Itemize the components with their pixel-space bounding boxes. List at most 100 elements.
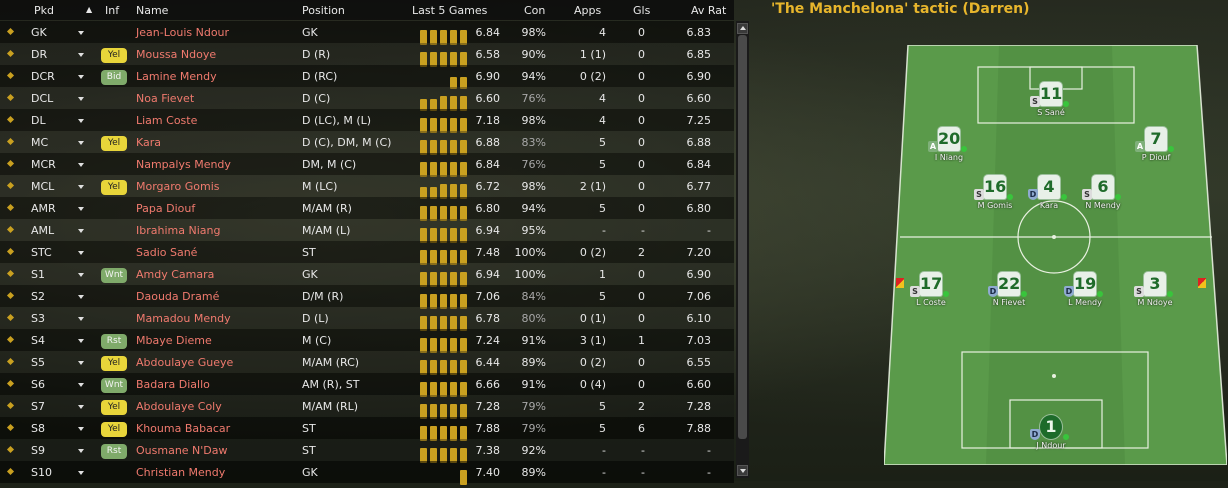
info-badge[interactable]: Rst <box>101 334 127 349</box>
col-inf[interactable]: Inf <box>105 4 119 17</box>
cell-name[interactable]: Lamine Mendy <box>136 70 217 83</box>
cell-pkd: S6 <box>31 378 45 391</box>
info-badge[interactable]: Yel <box>101 48 127 63</box>
table-row[interactable]: S8 Khouma Babacar ST 7.88 79% 5 6 7.88 Yel <box>0 417 734 441</box>
cell-pkd: S8 <box>31 422 45 435</box>
cell-name[interactable]: Badara Diallo <box>136 378 210 391</box>
chevron-down-icon[interactable] <box>78 97 84 101</box>
cell-name[interactable]: Morgaro Gomis <box>136 180 220 193</box>
cell-name[interactable]: Noa Fievet <box>136 92 194 105</box>
player-label: S Sané <box>1037 108 1065 117</box>
chevron-down-icon[interactable] <box>78 207 84 211</box>
cell-name[interactable]: Ibrahima Niang <box>136 224 220 237</box>
info-badge[interactable]: Rst <box>101 444 127 459</box>
chevron-down-icon[interactable] <box>78 229 84 233</box>
col-name[interactable]: Name <box>136 4 168 17</box>
cell-name[interactable]: Abdoulaye Coly <box>136 400 222 413</box>
chevron-down-icon[interactable] <box>78 317 84 321</box>
table-row[interactable]: GK Jean-Louis Ndour GK 6.84 98% 4 0 6.83 <box>0 21 734 45</box>
scroll-up-button[interactable] <box>737 23 748 34</box>
cell-pkd: MCL <box>31 180 55 193</box>
cell-name[interactable]: Ousmane N'Daw <box>136 444 228 457</box>
chevron-down-icon[interactable] <box>78 141 84 145</box>
cell-name[interactable]: Sadio Sané <box>136 246 197 259</box>
info-badge[interactable]: Wnt <box>101 268 127 283</box>
scrollbar[interactable] <box>736 21 749 478</box>
table-row[interactable]: DR Moussa Ndoye D (R) 6.58 90% 1 (1) 0 6.85 Yel <box>0 43 734 67</box>
table-row[interactable]: DL Liam Coste D (LC), M (L) 7.18 98% 4 0 7.25 <box>0 109 734 133</box>
info-badge[interactable]: Yel <box>101 356 127 371</box>
table-row[interactable]: MC Kara D (C), DM, M (C) 6.88 83% 5 0 6.88 Yel <box>0 131 734 155</box>
chevron-down-icon[interactable] <box>78 471 84 475</box>
cell-name[interactable]: Khouma Babacar <box>136 422 230 435</box>
table-row[interactable]: DCL Noa Fievet D (C) 6.60 76% 4 0 6.60 <box>0 87 734 111</box>
col-gls[interactable]: Gls <box>633 4 650 17</box>
sort-arrow-icon[interactable]: ▲ <box>86 5 92 14</box>
chevron-down-icon[interactable] <box>78 75 84 79</box>
table-row[interactable]: S10 Christian Mendy GK 7.40 89% - - - <box>0 461 734 485</box>
chevron-down-icon[interactable] <box>78 163 84 167</box>
chevron-down-icon[interactable] <box>78 185 84 189</box>
cell-con: 90% <box>521 48 546 61</box>
chevron-down-icon[interactable] <box>78 339 84 343</box>
chevron-down-icon[interactable] <box>78 427 84 431</box>
cell-name[interactable]: Daouda Dramé <box>136 290 219 303</box>
col-last5[interactable]: Last 5 Games <box>412 4 487 17</box>
table-row[interactable]: MCR Nampalys Mendy DM, M (C) 6.84 76% 5 0 6.84 <box>0 153 734 177</box>
col-apps[interactable]: Apps <box>574 4 601 17</box>
table-row[interactable]: STC Sadio Sané ST 7.48 100% 0 (2) 2 7.20 <box>0 241 734 265</box>
cell-name[interactable]: Moussa Ndoye <box>136 48 216 61</box>
table-row[interactable]: S3 Mamadou Mendy D (L) 6.78 80% 0 (1) 0 6.10 <box>0 307 734 331</box>
cell-apps: 0 (2) <box>579 70 606 83</box>
cell-con: 89% <box>521 356 546 369</box>
cell-name[interactable]: Christian Mendy <box>136 466 225 479</box>
table-row[interactable]: S2 Daouda Dramé D/M (R) 7.06 84% 5 0 7.06 <box>0 285 734 309</box>
cell-apps: 0 (2) <box>579 356 606 369</box>
chevron-down-icon[interactable] <box>78 295 84 299</box>
chevron-down-icon[interactable] <box>78 405 84 409</box>
player-label: N Fievet <box>992 298 1026 307</box>
chevron-down-icon[interactable] <box>78 119 84 123</box>
info-badge[interactable]: Wnt <box>101 378 127 393</box>
table-row[interactable]: S4 Mbaye Dieme M (C) 7.24 91% 3 (1) 1 7.03 Rst <box>0 329 734 353</box>
cell-name[interactable]: Abdoulaye Gueye <box>136 356 233 369</box>
chevron-down-icon[interactable] <box>78 31 84 35</box>
info-badge[interactable]: Yel <box>101 422 127 437</box>
cell-position: GK <box>302 26 318 39</box>
table-row[interactable]: S7 Abdoulaye Coly M/AM (RL) 7.28 79% 5 2 7.28 Ye… <box>0 395 734 419</box>
chevron-down-icon[interactable] <box>78 383 84 387</box>
scrollbar-thumb[interactable] <box>738 35 747 439</box>
cell-name[interactable]: Liam Coste <box>136 114 197 127</box>
table-row[interactable]: S5 Abdoulaye Gueye M/AM (RC) 6.44 89% 0 (2) 0 6… <box>0 351 734 375</box>
table-row[interactable]: MCL Morgaro Gomis M (LC) 6.72 98% 2 (1) 0 6.77 Y… <box>0 175 734 199</box>
table-row[interactable]: S6 Badara Diallo AM (R), ST 6.66 91% 0 (4) 0 6.… <box>0 373 734 397</box>
table-row[interactable]: S9 Ousmane N'Daw ST 7.38 92% - - - Rst <box>0 439 734 463</box>
col-pkd[interactable]: Pkd <box>34 4 54 17</box>
cell-name[interactable]: Amdy Camara <box>136 268 214 281</box>
table-row[interactable]: AMR Papa Diouf M/AM (R) 6.80 94% 5 0 6.80 <box>0 197 734 221</box>
cell-name[interactable]: Nampalys Mendy <box>136 158 231 171</box>
cell-name[interactable]: Kara <box>136 136 161 149</box>
info-badge[interactable]: Yel <box>101 400 127 415</box>
table-row[interactable]: AML Ibrahima Niang M/AM (L) 6.94 95% - - - <box>0 219 734 243</box>
cell-name[interactable]: Jean-Louis Ndour <box>136 26 229 39</box>
chevron-down-icon[interactable] <box>78 251 84 255</box>
col-position[interactable]: Position <box>302 4 345 17</box>
cell-name[interactable]: Mamadou Mendy <box>136 312 231 325</box>
cell-name[interactable]: Mbaye Dieme <box>136 334 212 347</box>
scroll-down-button[interactable] <box>737 465 748 476</box>
info-badge[interactable]: Yel <box>101 180 127 195</box>
table-row[interactable]: DCR Lamine Mendy D (RC) 6.90 94% 0 (2) 0 6.90 Bi… <box>0 65 734 89</box>
col-con[interactable]: Con <box>524 4 545 17</box>
chevron-down-icon[interactable] <box>78 273 84 277</box>
info-badge[interactable]: Yel <box>101 136 127 151</box>
cell-name[interactable]: Papa Diouf <box>136 202 195 215</box>
info-badge[interactable]: Bid <box>101 70 127 85</box>
col-avrat[interactable]: Av Rat <box>691 4 726 17</box>
table-row[interactable]: S1 Amdy Camara GK 6.94 100% 1 0 6.90 Wnt <box>0 263 734 287</box>
chevron-down-icon[interactable] <box>78 53 84 57</box>
cell-avrat: 7.06 <box>686 290 712 303</box>
chevron-down-icon[interactable] <box>78 361 84 365</box>
chevron-down-icon[interactable] <box>78 449 84 453</box>
cell-con: 76% <box>521 158 546 171</box>
